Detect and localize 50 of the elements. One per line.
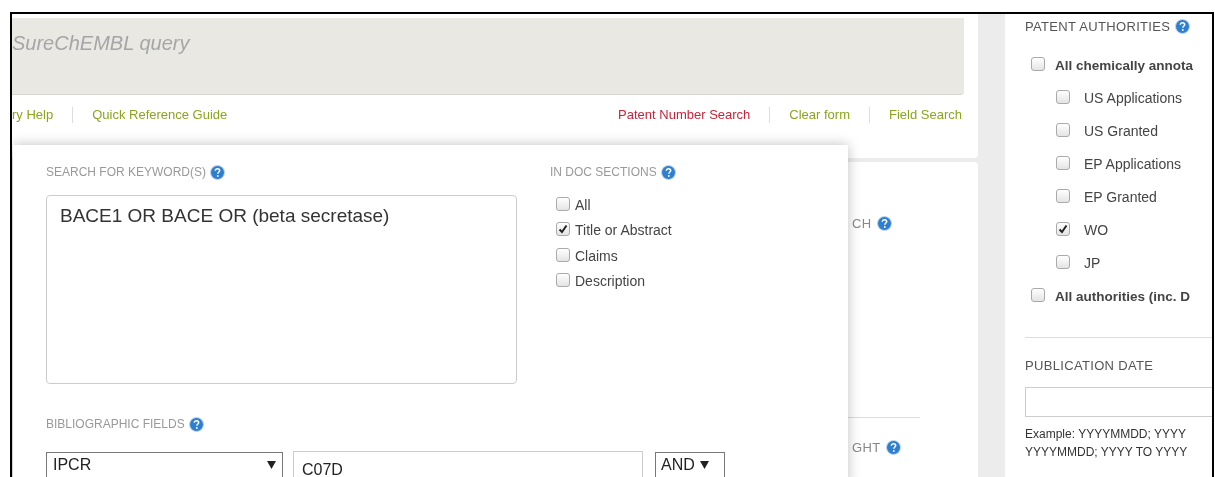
help-icon[interactable]	[877, 216, 893, 232]
checkbox[interactable]	[1056, 222, 1070, 236]
option-label: All	[575, 195, 591, 215]
help-icon[interactable]	[188, 416, 204, 432]
option-label: EP Applications	[1084, 155, 1182, 174]
option-label: Title or Abstract	[575, 221, 672, 241]
section-heading: IN DOC SECTIONS	[550, 164, 657, 181]
section-heading: CH	[852, 215, 872, 233]
checkbox[interactable]	[556, 222, 570, 237]
option-label: US Applications	[1084, 89, 1183, 108]
checkbox[interactable]	[1056, 123, 1070, 137]
help-icon[interactable]	[1175, 19, 1191, 35]
section-heading: PATENT AUTHORITIES	[1025, 18, 1171, 36]
section-heading: PUBLICATION DATE	[1025, 356, 1155, 375]
date-input-field[interactable]	[1025, 387, 1212, 417]
checkbox[interactable]	[556, 273, 570, 288]
help-icon[interactable]	[210, 164, 225, 180]
example-text: Example: YYYYMMDD; YYYY	[1025, 426, 1187, 443]
option-label: WO	[1084, 221, 1109, 240]
link[interactable]: Clear form	[789, 105, 850, 125]
help-icon[interactable]	[660, 164, 676, 180]
option-label: All authorities (inc. D	[1055, 287, 1190, 306]
link[interactable]: Patent Number Search	[618, 105, 751, 125]
option-label: JP	[1084, 254, 1101, 273]
link[interactable]: ry Help	[12, 105, 54, 125]
checkbox[interactable]	[1031, 57, 1045, 71]
example-text: YYYYMMDD; YYYY TO YYYY	[1025, 444, 1189, 461]
operator-dropdown[interactable]: AND	[655, 452, 725, 477]
help-icon[interactable]	[886, 439, 902, 455]
checkbox[interactable]	[1056, 156, 1070, 170]
checkbox[interactable]	[556, 247, 570, 262]
option-label: All chemically annota	[1055, 56, 1194, 75]
checkbox[interactable]	[1056, 189, 1070, 203]
option-label: Description	[575, 272, 646, 292]
link[interactable]: Field Search	[889, 105, 962, 125]
caret-icon	[699, 461, 709, 469]
option-label: Claims	[575, 246, 618, 266]
section-heading: BIBLIOGRAPHIC FIELDS	[46, 416, 185, 433]
field-value-input[interactable]: C07D	[293, 451, 643, 477]
keyword-text-area[interactable]: BACE1 OR BACE OR (beta secretase)	[46, 195, 517, 384]
checkbox[interactable]	[1056, 255, 1070, 269]
checkbox[interactable]	[1056, 90, 1070, 104]
field-dropdown[interactable]: IPCR	[46, 452, 283, 477]
section-heading: GHT	[852, 438, 881, 457]
checkbox[interactable]	[556, 196, 570, 211]
section-heading: SEARCH FOR KEYWORD(S)	[46, 164, 206, 181]
option-label: US Granted	[1084, 122, 1158, 141]
option-label: EP Granted	[1084, 188, 1157, 207]
checkbox[interactable]	[1031, 288, 1045, 302]
caret-icon	[267, 461, 276, 469]
